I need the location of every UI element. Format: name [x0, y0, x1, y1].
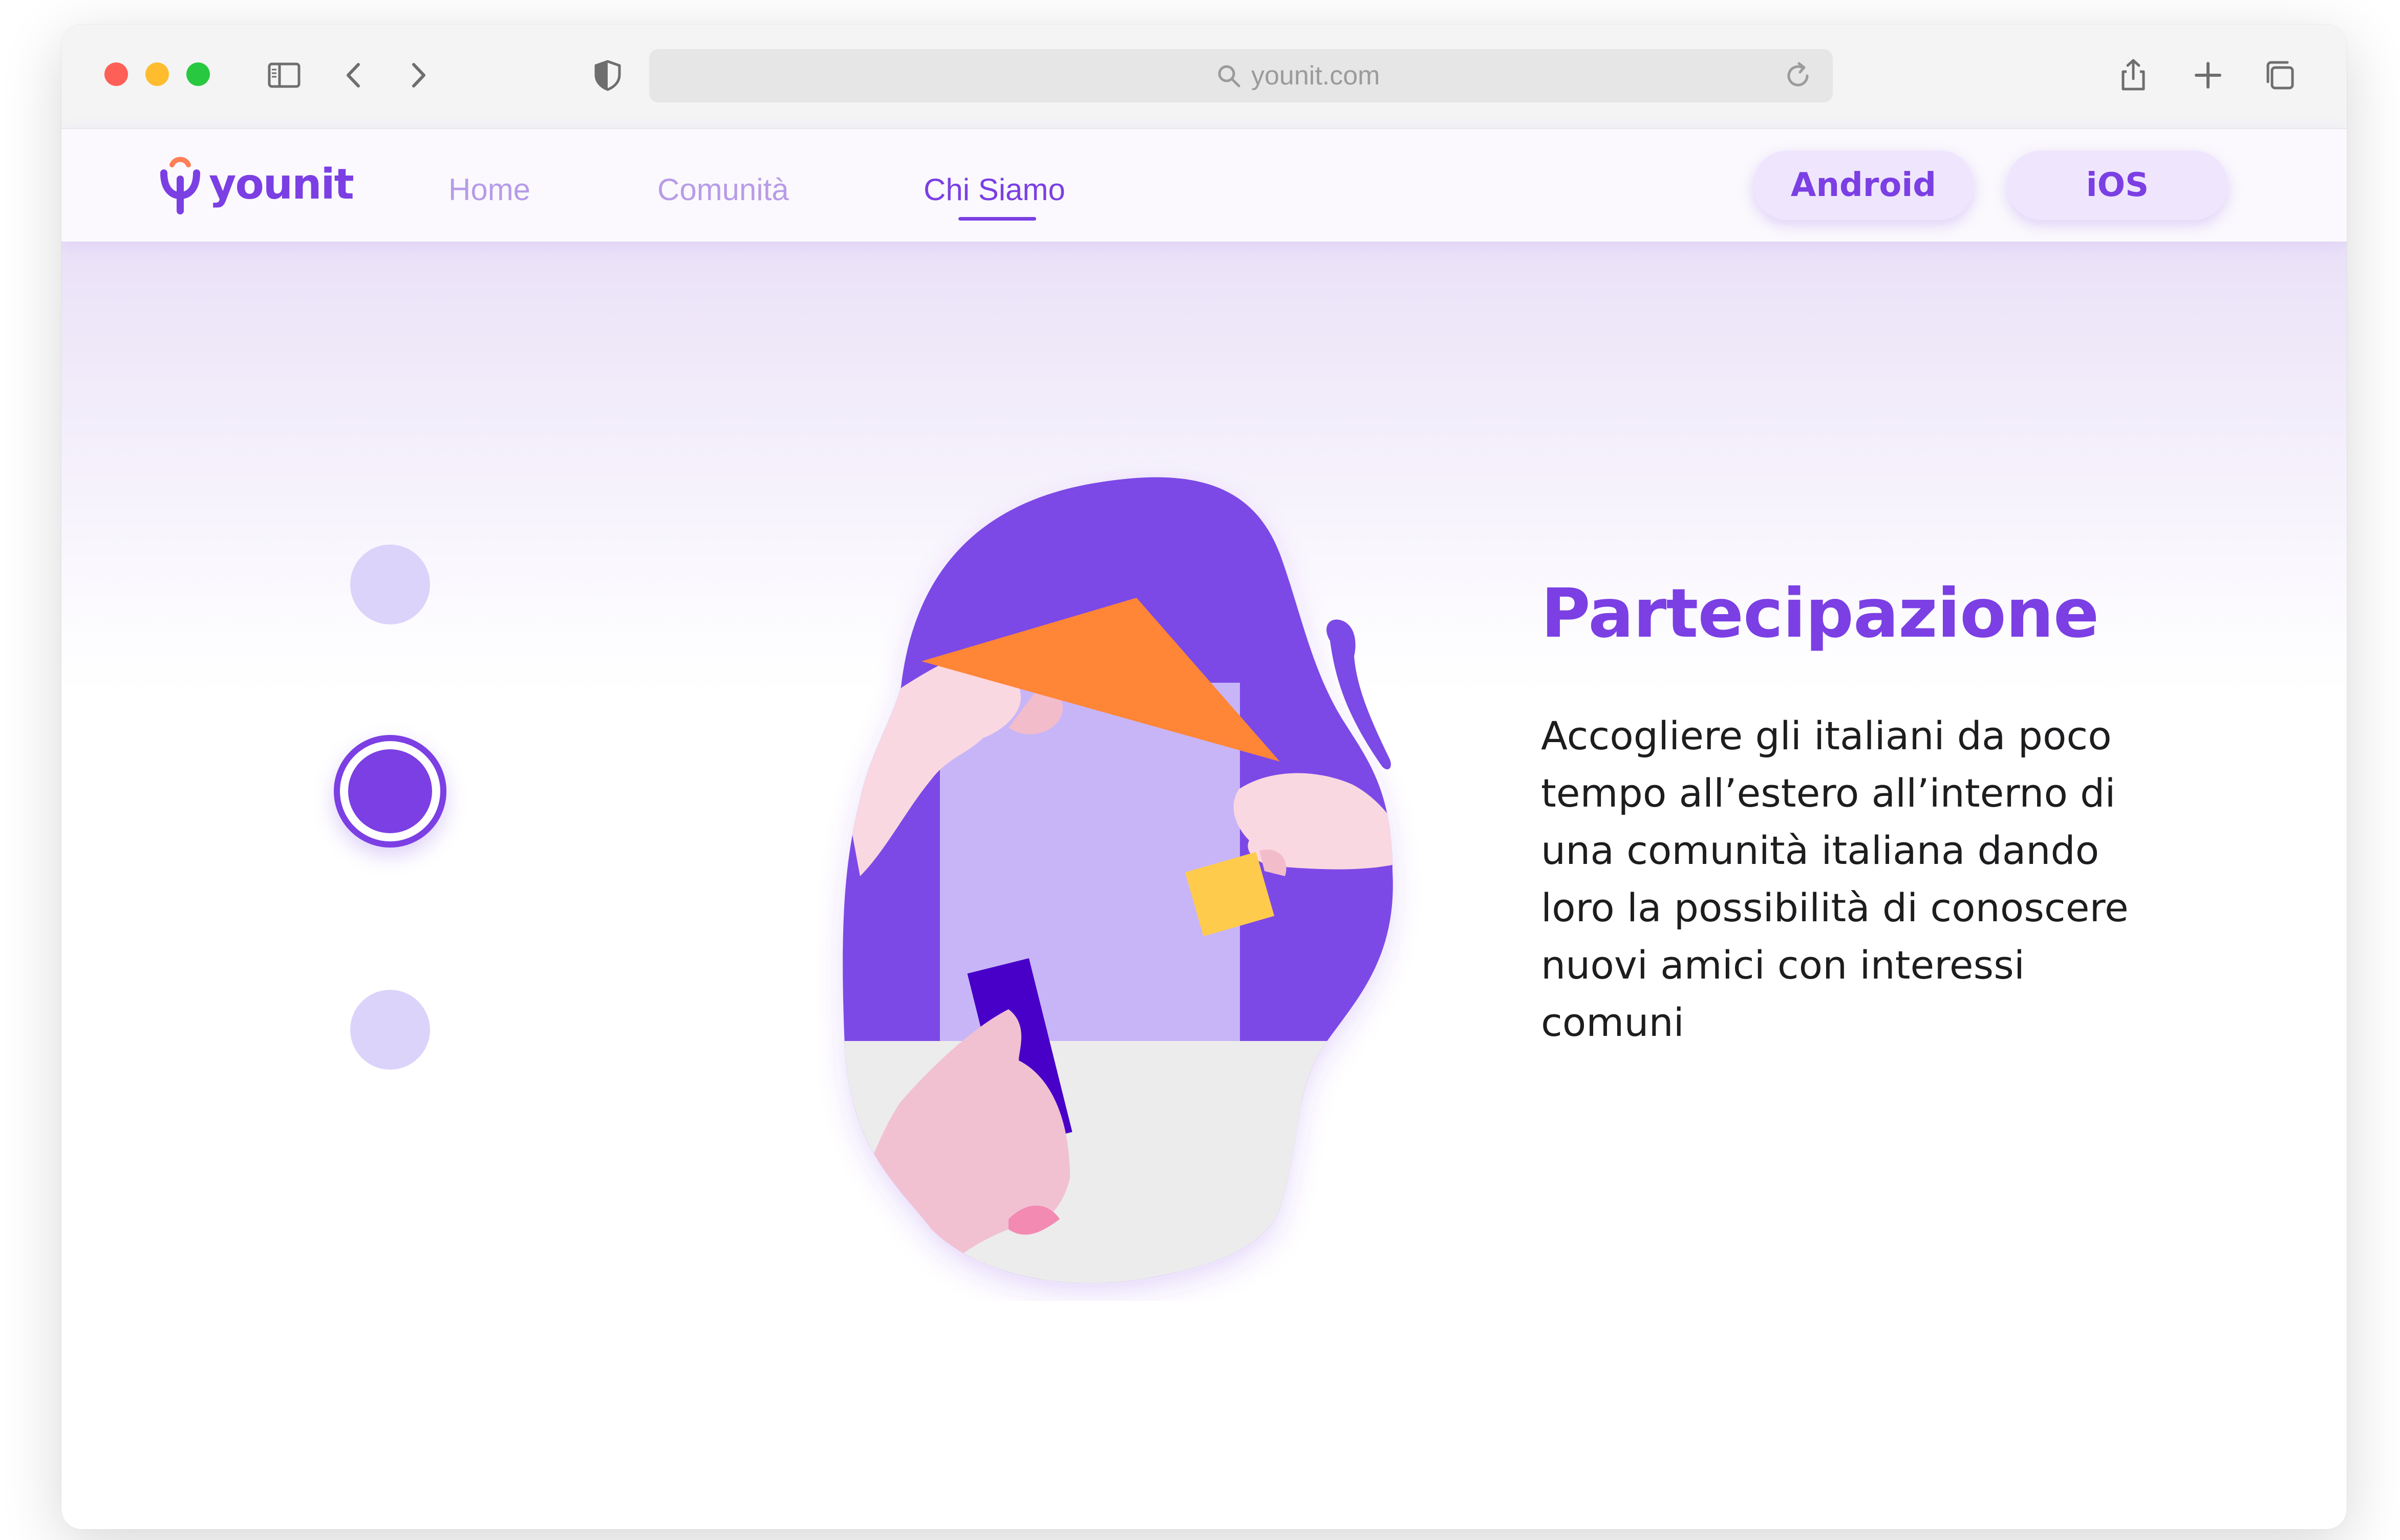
nav-home[interactable]: Home	[448, 172, 530, 207]
slide-description: Accogliere gli italiani da poco tempo al…	[1541, 713, 2129, 1045]
younit-logo-icon	[160, 157, 200, 214]
back-arrow-icon[interactable]	[335, 56, 373, 94]
sidebar-toggle-icon[interactable]	[265, 56, 303, 94]
carousel-dot-2-active[interactable]	[334, 735, 446, 848]
tab-overview-icon[interactable]	[2261, 56, 2299, 94]
carousel-dot-3[interactable]	[350, 990, 430, 1070]
carousel-dot-inner	[348, 749, 432, 833]
younit-logo[interactable]: younit	[157, 154, 354, 215]
nav-chi-siamo[interactable]: Chi Siamo	[924, 172, 1065, 207]
search-icon	[1218, 65, 1240, 88]
ios-button[interactable]: iOS	[2007, 150, 2228, 220]
privacy-shield-icon[interactable]	[589, 56, 627, 94]
minimize-window-button[interactable]	[145, 62, 169, 86]
android-button[interactable]: Android	[1753, 150, 1974, 220]
close-window-button[interactable]	[104, 62, 128, 86]
page-content: younit Home Comunità Chi Siamo Android i…	[61, 129, 2347, 1529]
site-navbar: younit Home Comunità Chi Siamo Android i…	[61, 129, 2347, 242]
url-text: younit.com	[1251, 61, 1380, 91]
active-nav-indicator	[958, 217, 1036, 221]
forward-arrow-icon[interactable]	[399, 56, 437, 94]
slide-title: Partecipazione	[1541, 574, 2099, 653]
reload-icon[interactable]	[1782, 59, 1814, 92]
new-tab-plus-icon[interactable]	[2189, 56, 2227, 94]
nav-comunita[interactable]: Comunità	[657, 172, 789, 207]
zoom-window-button[interactable]	[186, 62, 210, 86]
share-icon[interactable]	[2114, 56, 2152, 94]
address-bar[interactable]: younit.com	[649, 49, 1833, 102]
carousel-dot-1[interactable]	[350, 545, 430, 624]
logo-text: younit	[209, 160, 354, 209]
browser-toolbar: younit.com	[61, 25, 2347, 129]
browser-window: younit.com younit Home Comunità Chi Siam…	[61, 25, 2347, 1529]
participation-illustration	[843, 477, 1393, 1284]
